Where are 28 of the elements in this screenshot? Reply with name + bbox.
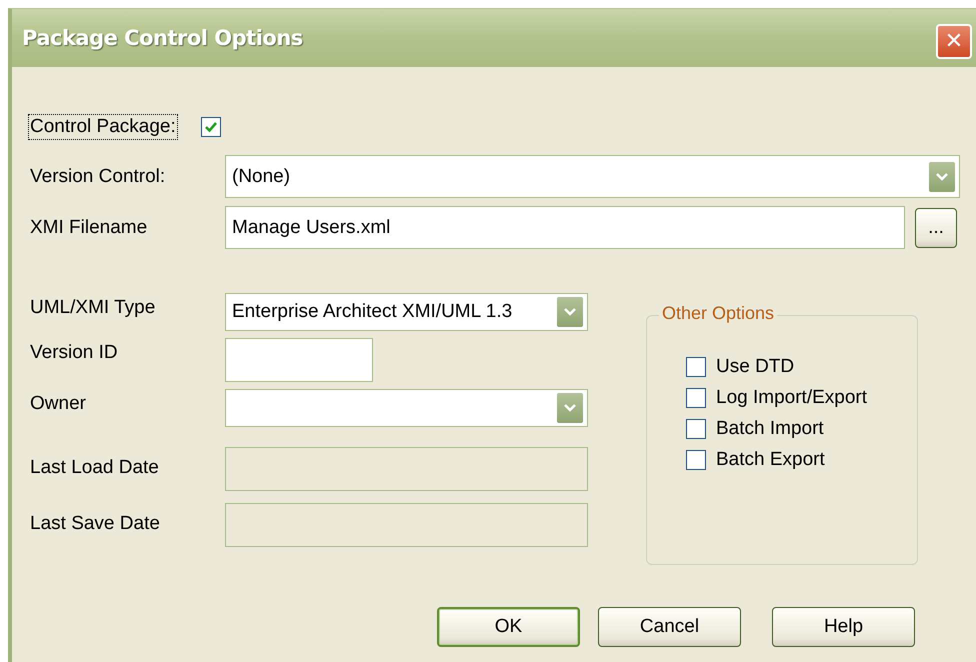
- dialog-button[interactable]: Help: [772, 607, 915, 647]
- checkbox-label[interactable]: Batch Import: [716, 418, 824, 440]
- checkbox[interactable]: [686, 450, 706, 470]
- field-label: Last Load Date: [30, 456, 160, 479]
- field-label: UML/XMI Type: [30, 296, 156, 319]
- browse-button[interactable]: ...: [915, 208, 957, 248]
- input-field[interactable]: Manage Users.xml: [225, 206, 905, 249]
- window-title: Package Control Options: [21, 26, 303, 50]
- dropdown[interactable]: [225, 389, 588, 427]
- input-field[interactable]: [225, 338, 373, 382]
- checkbox[interactable]: [200, 117, 221, 137]
- group-title: Other Options: [659, 303, 778, 324]
- checkbox-label[interactable]: Batch Export: [716, 449, 825, 471]
- field-label: Last Save Date: [30, 512, 161, 535]
- field-label: Owner: [30, 392, 87, 415]
- dialog-button[interactable]: Cancel: [598, 607, 741, 647]
- control-package-label[interactable]: Control Package:: [30, 116, 176, 138]
- dropdown[interactable]: Enterprise Architect XMI/UML 1.3: [225, 293, 588, 331]
- checkbox[interactable]: [686, 419, 706, 439]
- dropdown[interactable]: (None): [225, 155, 960, 198]
- field-label: Version Control:: [30, 166, 166, 188]
- dialog-button[interactable]: OK: [437, 607, 580, 647]
- checkbox[interactable]: [686, 388, 706, 408]
- field-label: XMI Filename: [30, 216, 148, 238]
- checkbox[interactable]: [686, 357, 706, 377]
- checkbox-label[interactable]: Use DTD: [716, 356, 794, 378]
- field-label: Version ID: [30, 341, 119, 364]
- checkbox-label[interactable]: Log Import/Export: [716, 387, 868, 409]
